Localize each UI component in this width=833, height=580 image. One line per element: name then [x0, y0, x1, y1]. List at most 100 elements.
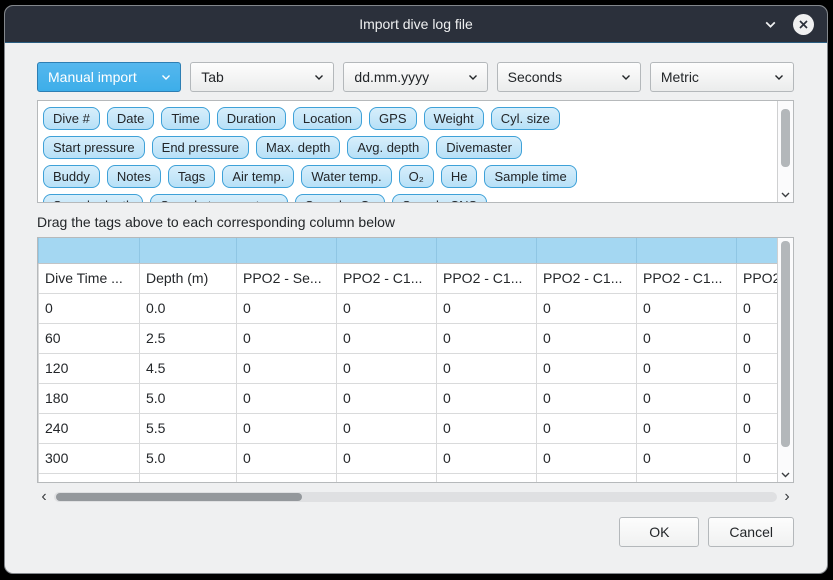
drag-instruction: Drag the tags above to each correspondin…: [37, 214, 794, 230]
drag-tag[interactable]: He: [441, 165, 478, 188]
drag-tag[interactable]: Notes: [107, 165, 161, 188]
table-viewport: Dive Time ...Depth (m)PPO2 - Se...PPO2 -…: [38, 238, 777, 482]
drag-tag[interactable]: Cyl. size: [491, 107, 560, 130]
drag-tag[interactable]: O₂: [399, 165, 434, 188]
column-drop-target[interactable]: [537, 238, 637, 263]
table-body: Dive Time ...Depth (m)PPO2 - Se...PPO2 -…: [39, 238, 778, 482]
tag-row: Buddy Notes Tags Air temp. Water temp. O₂ He Sa…: [43, 165, 773, 188]
drag-tag[interactable]: Duration: [217, 107, 286, 130]
table-cell: [337, 473, 437, 482]
chevron-down-icon: [160, 71, 172, 83]
table-cell: 180: [39, 383, 140, 413]
tag-row: Sample depth Sample temperature Sample pO₂…: [43, 194, 773, 202]
combo-import-mode[interactable]: Manual import: [37, 62, 181, 92]
scrollbar-thumb[interactable]: [781, 241, 790, 447]
combo-units[interactable]: Metric: [650, 62, 794, 92]
drag-tag[interactable]: Divemaster: [436, 136, 522, 159]
scrollbar-track[interactable]: [54, 492, 777, 502]
column-drop-target[interactable]: [337, 238, 437, 263]
table-cell: 0: [237, 323, 337, 353]
table-cell: 0: [637, 413, 737, 443]
table-row: 00.0000000: [39, 293, 778, 323]
drag-tag[interactable]: Sample CNS: [392, 194, 487, 202]
drag-tag[interactable]: Buddy: [43, 165, 100, 188]
table-row: 3005.0000000: [39, 443, 778, 473]
drag-tag[interactable]: Sample pO₂: [295, 194, 385, 202]
tag-pool-scrollbar[interactable]: [777, 101, 793, 202]
drag-tag[interactable]: Weight: [424, 107, 484, 130]
table-cell: 0: [537, 353, 637, 383]
chevron-down-icon[interactable]: [780, 469, 791, 480]
drag-tag[interactable]: Air temp.: [222, 165, 294, 188]
table-cell: 0: [737, 323, 778, 353]
dialog-buttons: OK Cancel: [37, 517, 794, 547]
chevron-down-icon[interactable]: [763, 17, 778, 32]
table-row: [39, 473, 778, 482]
drag-tag[interactable]: Sample depth: [43, 194, 143, 202]
column-drop-target[interactable]: [237, 238, 337, 263]
table-cell: 0: [337, 293, 437, 323]
drag-tag[interactable]: Time: [161, 107, 209, 130]
scrollbar-thumb[interactable]: [56, 493, 302, 501]
table-cell: [537, 473, 637, 482]
column-drop-target[interactable]: [437, 238, 537, 263]
drag-tag[interactable]: Dive #: [43, 107, 100, 130]
table-cell: 4.5: [140, 353, 237, 383]
combo-duration-format[interactable]: Seconds: [497, 62, 641, 92]
drag-tag[interactable]: Tags: [168, 165, 215, 188]
drag-tag[interactable]: Water temp.: [301, 165, 391, 188]
scroll-left-arrow-icon[interactable]: ‹: [37, 490, 51, 503]
drag-tag[interactable]: Sample time: [484, 165, 576, 188]
combo-value: Manual import: [48, 69, 137, 85]
column-header: PPO2 - C1...: [737, 263, 778, 293]
drag-tag[interactable]: GPS: [369, 107, 416, 130]
close-button[interactable]: [793, 14, 814, 35]
column-header: PPO2 - C1...: [337, 263, 437, 293]
combo-date-format[interactable]: dd.mm.yyyy: [343, 62, 487, 92]
horizontal-scrollbar[interactable]: ‹ ›: [37, 489, 794, 504]
combo-value: Metric: [661, 69, 699, 85]
column-drop-target[interactable]: [39, 238, 140, 263]
table-cell: 0: [237, 383, 337, 413]
column-header: PPO2 - Se...: [237, 263, 337, 293]
table-cell: 0: [237, 293, 337, 323]
table-cell: 0: [737, 443, 778, 473]
table-cell: 240: [39, 413, 140, 443]
table-cell: 0: [637, 323, 737, 353]
column-drop-target[interactable]: [140, 238, 237, 263]
table-scrollbar[interactable]: [777, 238, 793, 482]
table-cell: 0: [337, 323, 437, 353]
drag-tag[interactable]: End pressure: [152, 136, 249, 159]
column-drop-target[interactable]: [737, 238, 778, 263]
table-cell: 0: [637, 293, 737, 323]
table-cell: 0: [39, 293, 140, 323]
cancel-button[interactable]: Cancel: [708, 517, 794, 547]
tag-pool-container: Dive # Date Time Duration Location GPS Weight C…: [37, 100, 794, 203]
drag-tag[interactable]: Start pressure: [43, 136, 145, 159]
table-cell: 0: [437, 443, 537, 473]
column-drop-target[interactable]: [637, 238, 737, 263]
scroll-right-arrow-icon[interactable]: ›: [780, 490, 794, 503]
header-row: Dive Time ...Depth (m)PPO2 - Se...PPO2 -…: [39, 263, 778, 293]
table-cell: [737, 473, 778, 482]
combo-row: Manual import Tab dd.mm.yyyy Seconds Metric: [37, 62, 794, 92]
drag-tag[interactable]: Location: [293, 107, 362, 130]
table-cell: [140, 473, 237, 482]
tag-row: Start pressure End pressure Max. depth Avg.…: [43, 136, 773, 159]
combo-value: Tab: [201, 69, 224, 85]
table-cell: 0: [337, 383, 437, 413]
scrollbar-thumb[interactable]: [781, 109, 790, 167]
column-header: PPO2 - C1...: [437, 263, 537, 293]
preview-table-container: Dive Time ...Depth (m)PPO2 - Se...PPO2 -…: [37, 237, 794, 483]
drag-tag[interactable]: Date: [107, 107, 154, 130]
table-cell: 0: [337, 353, 437, 383]
drag-tag[interactable]: Max. depth: [256, 136, 340, 159]
chevron-down-icon: [773, 71, 785, 83]
table-cell: 0: [237, 353, 337, 383]
drag-tag[interactable]: Avg. depth: [347, 136, 429, 159]
ok-button[interactable]: OK: [619, 517, 699, 547]
chevron-down-icon[interactable]: [780, 189, 791, 200]
column-header: PPO2 - C1...: [637, 263, 737, 293]
drag-tag[interactable]: Sample temperature: [150, 194, 288, 202]
combo-field-separator[interactable]: Tab: [190, 62, 334, 92]
